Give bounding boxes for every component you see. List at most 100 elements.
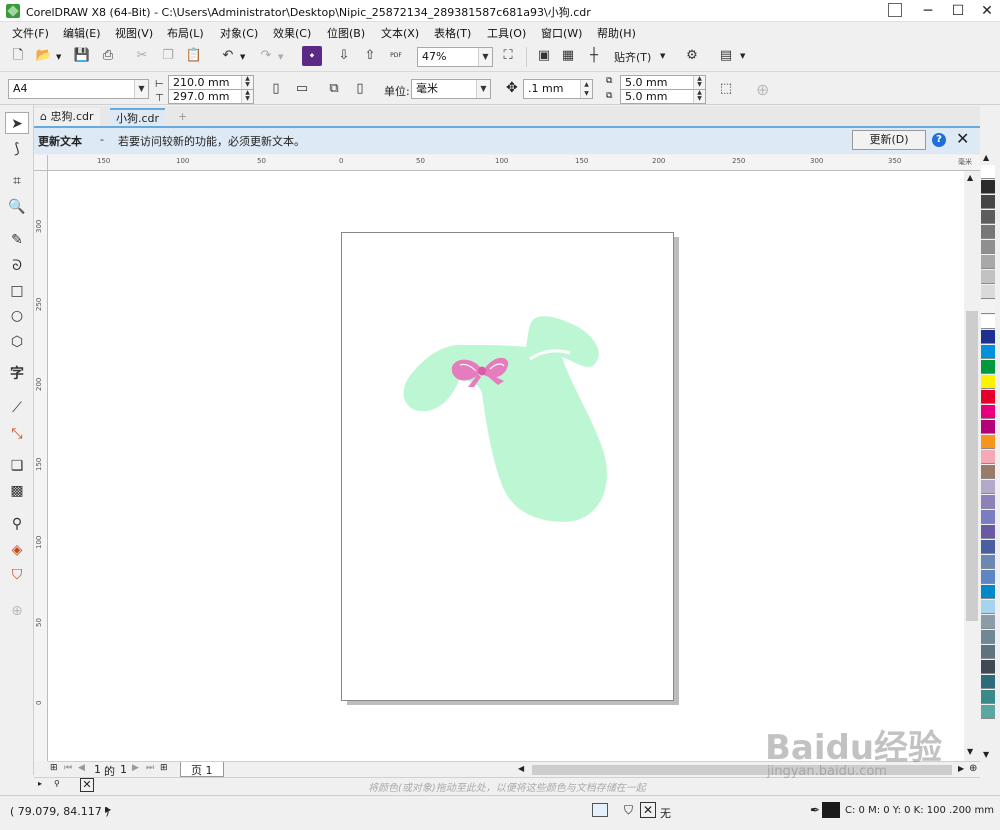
palette-down-icon[interactable]: ▼	[983, 750, 989, 759]
units-select[interactable]: 毫米 ▼	[411, 79, 491, 99]
color-swatch[interactable]	[981, 465, 995, 479]
color-swatch[interactable]	[981, 510, 995, 524]
shape-tool-icon[interactable]: ⟆	[5, 138, 29, 160]
ellipse-tool-icon[interactable]: ○	[5, 305, 29, 327]
color-swatch[interactable]	[981, 300, 995, 314]
menu-effects[interactable]: 效果(C)	[273, 25, 311, 41]
zoom-to-page-icon[interactable]: ⛶	[498, 46, 518, 66]
eyedropper-icon[interactable]: ⚲	[5, 513, 29, 535]
duplicate-x-field[interactable]: 5.0 mm ▲ ▼	[620, 75, 706, 90]
color-swatch[interactable]	[981, 285, 995, 299]
drop-shadow-icon[interactable]: ❏	[5, 455, 29, 477]
color-swatch[interactable]	[981, 255, 995, 269]
vertical-scrollbar[interactable]: ▲ ▼	[964, 171, 980, 761]
menu-bitmaps[interactable]: 位图(B)	[327, 25, 365, 41]
freehand-tool-icon[interactable]: ✎	[5, 229, 29, 251]
menu-text[interactable]: 文本(X)	[381, 25, 419, 41]
horizontal-ruler[interactable]: 150 100 50 0 50 100 150 200 250 300 350 …	[48, 155, 980, 171]
palette-menu-icon[interactable]: ▸	[38, 779, 42, 788]
application-launcher-icon[interactable]: ▤	[716, 46, 736, 66]
chevron-down-icon[interactable]: ▼	[478, 48, 492, 66]
document-page[interactable]	[341, 232, 674, 701]
color-swatch[interactable]	[981, 360, 995, 374]
color-swatch[interactable]	[981, 585, 995, 599]
copy-icon[interactable]: ❐	[158, 46, 178, 66]
tab-zhonggou[interactable]: ⌂ 忠狗.cdr	[34, 108, 100, 126]
quick-customize-icon[interactable]	[888, 3, 902, 17]
minimize-button[interactable]: ─	[913, 0, 943, 22]
dup-y-spinner-icon[interactable]: ▲ ▼	[693, 90, 705, 103]
page-border-icon[interactable]: ⬚	[716, 79, 736, 99]
cut-icon[interactable]: ✂	[132, 46, 152, 66]
dup-x-spinner-icon[interactable]: ▲ ▼	[693, 76, 705, 89]
launcher-chevron-down-icon[interactable]: ▼	[740, 52, 745, 60]
help-icon[interactable]: ?	[932, 133, 946, 147]
duplicate-y-field[interactable]: 5.0 mm ▲ ▼	[620, 89, 706, 104]
crop-tool-icon[interactable]: ⌗	[5, 170, 29, 192]
dog-artwork[interactable]	[342, 233, 675, 702]
new-document-icon[interactable]: 🗋	[8, 46, 28, 66]
update-button[interactable]: 更新(D)	[852, 130, 926, 150]
color-swatch[interactable]	[981, 435, 995, 449]
zoom-tool-icon[interactable]: 🔍	[5, 196, 29, 218]
color-swatch[interactable]	[981, 645, 995, 659]
color-swatch[interactable]	[981, 420, 995, 434]
color-swatch[interactable]	[981, 630, 995, 644]
snap-chevron-down-icon[interactable]: ▼	[660, 52, 665, 60]
color-swatch[interactable]	[981, 600, 995, 614]
publish-pdf-icon[interactable]: PDF	[386, 46, 406, 66]
ruler-origin[interactable]	[34, 155, 48, 171]
search-content-icon[interactable]: ⬩	[302, 46, 322, 66]
status-expand-icon[interactable]: ▶	[105, 805, 111, 814]
color-swatch[interactable]	[981, 480, 995, 494]
drawing-canvas[interactable]	[48, 171, 964, 761]
width-spinner-icon[interactable]: ▲ ▼	[241, 76, 253, 89]
open-icon[interactable]: 📂	[34, 46, 54, 66]
menu-edit[interactable]: 编辑(E)	[63, 25, 101, 41]
vertical-scroll-thumb[interactable]	[966, 311, 978, 621]
color-swatch[interactable]	[981, 570, 995, 584]
palette-up-icon[interactable]: ▲	[983, 153, 989, 162]
menu-view[interactable]: 视图(V)	[115, 25, 153, 41]
page-size-select[interactable]: A4 ▼	[8, 79, 149, 99]
text-tool-icon[interactable]: 字	[5, 363, 29, 385]
color-proof-icon[interactable]	[592, 803, 608, 817]
add-page-after-icon[interactable]: ⊞	[160, 763, 168, 773]
color-swatch[interactable]	[981, 315, 995, 329]
menu-tools[interactable]: 工具(O)	[487, 25, 526, 41]
add-tool-plus-icon[interactable]: ⊕	[5, 600, 29, 622]
nudge-distance-field[interactable]: .1 mm ▲ ▼	[523, 79, 593, 99]
show-guidelines-icon[interactable]: ┼	[584, 46, 604, 66]
color-swatch[interactable]	[981, 165, 995, 179]
menu-object[interactable]: 对象(C)	[220, 25, 258, 41]
transparency-icon[interactable]: ▩	[5, 480, 29, 502]
color-swatch[interactable]	[981, 540, 995, 554]
undo-dropdown-icon[interactable]: ▼	[240, 53, 245, 61]
redo-icon[interactable]: ↷	[256, 46, 276, 66]
snap-to-dropdown[interactable]: 贴齐(T)	[614, 49, 651, 65]
dog-body-shape[interactable]	[403, 316, 607, 522]
paste-icon[interactable]: 📋	[184, 46, 204, 66]
scroll-up-icon[interactable]: ▲	[967, 173, 973, 182]
artistic-media-icon[interactable]: ᘐ	[5, 255, 29, 277]
color-swatch[interactable]	[981, 330, 995, 344]
color-swatch[interactable]	[981, 240, 995, 254]
interactive-fill-icon[interactable]: ◈	[5, 539, 29, 561]
scroll-down-icon[interactable]: ▼	[967, 747, 973, 756]
color-swatch[interactable]	[981, 210, 995, 224]
menu-window[interactable]: 窗口(W)	[541, 25, 582, 41]
new-tab-plus-icon[interactable]: +	[172, 108, 193, 126]
polygon-tool-icon[interactable]: ⬡	[5, 331, 29, 353]
height-spinner-icon[interactable]: ▲ ▼	[241, 90, 253, 103]
color-swatch[interactable]	[981, 375, 995, 389]
connector-tool-icon[interactable]: ⤡	[5, 423, 29, 445]
landscape-icon[interactable]: ▭	[292, 79, 312, 99]
rectangle-tool-icon[interactable]: □	[5, 280, 29, 302]
print-icon[interactable]: ⎙	[98, 46, 118, 66]
menu-table[interactable]: 表格(T)	[434, 25, 471, 41]
color-swatch[interactable]	[981, 270, 995, 284]
scroll-right-icon[interactable]: ▶	[958, 764, 964, 773]
show-grid-icon[interactable]: ▦	[558, 46, 578, 66]
open-dropdown-icon[interactable]: ▼	[56, 53, 61, 61]
chevron-down-icon[interactable]: ▼	[134, 80, 148, 98]
